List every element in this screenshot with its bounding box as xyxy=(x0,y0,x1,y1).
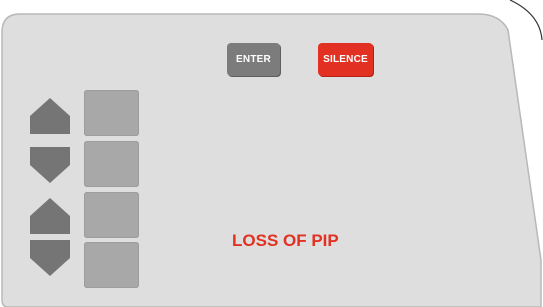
enter-button[interactable]: ENTER xyxy=(227,43,280,76)
corner-curve xyxy=(509,0,543,41)
keypad-key-1[interactable] xyxy=(84,90,139,136)
alarm-message: LOSS OF PIP xyxy=(232,231,339,250)
keypad-key-3[interactable] xyxy=(84,192,139,238)
keypad-key-4[interactable] xyxy=(84,242,139,288)
down-arrow-button-2[interactable] xyxy=(28,238,72,278)
down-arrow-icon xyxy=(30,240,70,276)
down-arrow-icon xyxy=(30,147,70,183)
keypad-key-2[interactable] xyxy=(84,141,139,187)
silence-button[interactable]: SILENCE xyxy=(318,43,373,76)
up-arrow-button-1[interactable] xyxy=(28,96,72,136)
up-arrow-icon xyxy=(30,98,70,134)
down-arrow-button-1[interactable] xyxy=(28,145,72,185)
up-arrow-button-2[interactable] xyxy=(28,196,72,236)
up-arrow-icon xyxy=(30,198,70,234)
